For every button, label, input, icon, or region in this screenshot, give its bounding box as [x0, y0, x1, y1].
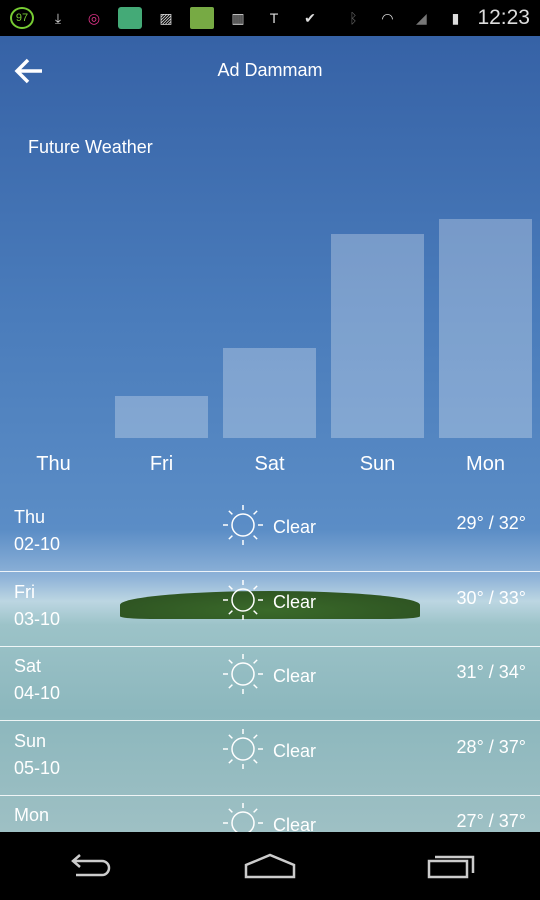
battery-97-icon: 97 [10, 7, 34, 29]
day-label: Sat [14, 656, 42, 676]
bar-label: Mon [466, 453, 505, 475]
battery-app-icon [118, 7, 142, 29]
day-label: Sun [14, 730, 47, 751]
sun-icon [220, 726, 266, 772]
status-bar: 97 ⤓ ◎ ▨ ▥ T ✔ ᛒ ◠ ◢ ▮ 12:23 [0, 0, 540, 36]
day-date: Mon [14, 802, 49, 829]
bar-sun [331, 234, 424, 438]
sim-icon: T [269, 10, 279, 26]
signal-icon: ◢ [416, 9, 427, 26]
forecast-bar-chart: Thu Fri Sat Sun Mon [0, 186, 540, 476]
sun-icon [220, 502, 266, 548]
condition-label: Clear [273, 666, 317, 686]
day-date: Sat 04-10 [14, 653, 60, 707]
forecast-row[interactable]: Thu 02-10 Clear 29° / 32° [0, 497, 540, 572]
sun-icon [220, 651, 266, 697]
recents-nav-icon[interactable] [426, 851, 476, 881]
bar-sat [223, 348, 316, 438]
condition-label: Clear [273, 591, 317, 612]
date-label: 02-10 [14, 534, 61, 554]
section-title: Future Weather [28, 137, 153, 157]
bar-label: Sun [359, 453, 396, 475]
bar-label: Sat [254, 453, 285, 475]
back-nav-icon[interactable] [64, 851, 114, 881]
day-label: Fri [14, 581, 35, 602]
temperature-range: 31° / 34° [456, 662, 526, 682]
wifi-icon: ◠ [381, 9, 394, 26]
bar-mon [439, 219, 532, 438]
battery-charging-icon: ▮ [451, 9, 460, 26]
bar-label: Thu [36, 453, 71, 475]
top-bar: Ad Dammam [0, 36, 540, 106]
app-icon [190, 7, 214, 29]
store-icon: ✔ [304, 9, 316, 26]
day-date: Sun 05-10 [14, 728, 60, 782]
condition-label: Clear [273, 517, 317, 537]
forecast-row[interactable]: Sat 04-10 Clear 31° / 34° [0, 646, 540, 721]
date-label: 05-10 [14, 757, 61, 778]
target-icon: ◎ [87, 9, 101, 26]
bar-label: Fri [149, 453, 174, 475]
bluetooth-icon: ᛒ [349, 10, 358, 26]
sun-icon [220, 577, 266, 623]
forecast-row[interactable]: Sun 05-10 Clear 28° / 37° [0, 721, 540, 796]
image-icon: ▨ [159, 9, 173, 26]
temperature-range: 29° / 32° [456, 513, 526, 533]
sun-icon [220, 800, 266, 832]
download-icon: ⤓ [54, 9, 62, 26]
date-label: 03-10 [14, 608, 61, 629]
day-label: Thu [14, 507, 46, 527]
condition-label: Clear [273, 740, 317, 761]
day-label: Mon [14, 805, 50, 825]
barcode-icon: ▥ [231, 9, 245, 26]
navigation-bar [0, 832, 540, 900]
temperature-range: 28° / 37° [456, 736, 526, 757]
weather-screen: Ad Dammam Future Weather Thu Fri Sat Sun Mon… [0, 36, 540, 832]
day-date: Thu 02-10 [14, 504, 60, 558]
home-nav-icon[interactable] [243, 851, 297, 881]
forecast-row[interactable]: Fri 03-10 Clear 30° / 33° [0, 572, 540, 647]
temperature-range: 30° / 33° [456, 587, 526, 608]
city-title: Ad Dammam [217, 60, 323, 80]
temperature-range: 27° / 37° [456, 811, 526, 831]
clock: 12:23 [477, 6, 530, 29]
day-date: Fri 03-10 [14, 579, 60, 633]
date-label: 04-10 [14, 683, 61, 703]
bar-fri [115, 396, 208, 438]
condition-label: Clear [273, 815, 317, 832]
forecast-row[interactable]: Mon Clear 27° / 37° [0, 795, 540, 832]
